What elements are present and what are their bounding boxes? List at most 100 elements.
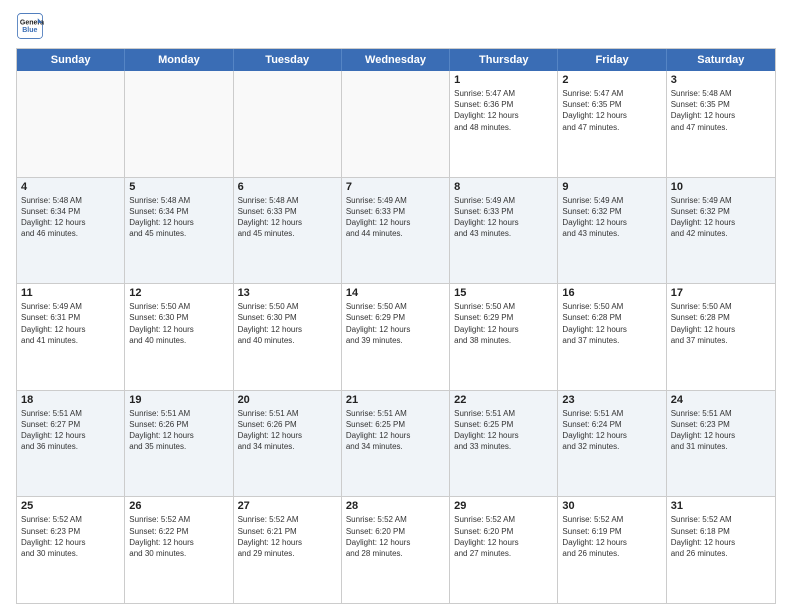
header: General Blue [16,12,776,40]
day-number: 7 [346,181,445,193]
day-number: 9 [562,181,661,193]
day-details: Sunrise: 5:50 AM Sunset: 6:28 PM Dayligh… [562,301,661,346]
calendar-page: General Blue SundayMondayTuesdayWednesda… [0,0,792,612]
day-cell-5: 5 Sunrise: 5:48 AM Sunset: 6:34 PM Daylig… [125,178,233,284]
day-details: Sunrise: 5:49 AM Sunset: 6:31 PM Dayligh… [21,301,120,346]
calendar: SundayMondayTuesdayWednesdayThursdayFrid… [16,48,776,604]
day-number: 22 [454,394,553,406]
day-number: 5 [129,181,228,193]
empty-cell [125,71,233,177]
header-day-wednesday: Wednesday [342,49,450,71]
day-number: 30 [562,500,661,512]
day-details: Sunrise: 5:47 AM Sunset: 6:35 PM Dayligh… [562,88,661,133]
day-number: 24 [671,394,771,406]
empty-cell [17,71,125,177]
day-details: Sunrise: 5:48 AM Sunset: 6:33 PM Dayligh… [238,195,337,240]
day-details: Sunrise: 5:51 AM Sunset: 6:23 PM Dayligh… [671,408,771,453]
day-details: Sunrise: 5:50 AM Sunset: 6:28 PM Dayligh… [671,301,771,346]
header-day-saturday: Saturday [667,49,775,71]
day-number: 18 [21,394,120,406]
day-cell-6: 6 Sunrise: 5:48 AM Sunset: 6:33 PM Daylig… [234,178,342,284]
day-details: Sunrise: 5:50 AM Sunset: 6:29 PM Dayligh… [346,301,445,346]
day-details: Sunrise: 5:52 AM Sunset: 6:18 PM Dayligh… [671,514,771,559]
day-details: Sunrise: 5:52 AM Sunset: 6:23 PM Dayligh… [21,514,120,559]
day-cell-4: 4 Sunrise: 5:48 AM Sunset: 6:34 PM Daylig… [17,178,125,284]
day-cell-15: 15 Sunrise: 5:50 AM Sunset: 6:29 PM Dayli… [450,284,558,390]
empty-cell [342,71,450,177]
svg-text:General: General [20,19,44,26]
day-details: Sunrise: 5:51 AM Sunset: 6:25 PM Dayligh… [454,408,553,453]
calendar-header: SundayMondayTuesdayWednesdayThursdayFrid… [17,49,775,71]
day-number: 14 [346,287,445,299]
day-cell-31: 31 Sunrise: 5:52 AM Sunset: 6:18 PM Dayli… [667,497,775,603]
day-number: 21 [346,394,445,406]
day-number: 6 [238,181,337,193]
svg-text:Blue: Blue [22,27,37,34]
day-cell-2: 2 Sunrise: 5:47 AM Sunset: 6:35 PM Daylig… [558,71,666,177]
day-number: 3 [671,74,771,86]
day-details: Sunrise: 5:48 AM Sunset: 6:34 PM Dayligh… [21,195,120,240]
day-details: Sunrise: 5:48 AM Sunset: 6:34 PM Dayligh… [129,195,228,240]
day-details: Sunrise: 5:52 AM Sunset: 6:21 PM Dayligh… [238,514,337,559]
empty-cell [234,71,342,177]
calendar-row: 18 Sunrise: 5:51 AM Sunset: 6:27 PM Dayli… [17,391,775,498]
day-number: 13 [238,287,337,299]
day-details: Sunrise: 5:52 AM Sunset: 6:20 PM Dayligh… [346,514,445,559]
logo: General Blue [16,12,44,40]
day-details: Sunrise: 5:49 AM Sunset: 6:32 PM Dayligh… [562,195,661,240]
day-details: Sunrise: 5:49 AM Sunset: 6:33 PM Dayligh… [454,195,553,240]
day-cell-24: 24 Sunrise: 5:51 AM Sunset: 6:23 PM Dayli… [667,391,775,497]
calendar-body: 1 Sunrise: 5:47 AM Sunset: 6:36 PM Daylig… [17,71,775,603]
day-number: 1 [454,74,553,86]
day-details: Sunrise: 5:49 AM Sunset: 6:32 PM Dayligh… [671,195,771,240]
day-details: Sunrise: 5:51 AM Sunset: 6:27 PM Dayligh… [21,408,120,453]
day-cell-18: 18 Sunrise: 5:51 AM Sunset: 6:27 PM Dayli… [17,391,125,497]
day-cell-9: 9 Sunrise: 5:49 AM Sunset: 6:32 PM Daylig… [558,178,666,284]
day-details: Sunrise: 5:50 AM Sunset: 6:29 PM Dayligh… [454,301,553,346]
day-cell-19: 19Sunrise: 5:51 AM Sunset: 6:26 PM Dayli… [125,391,233,497]
day-number: 4 [21,181,120,193]
day-number: 27 [238,500,337,512]
calendar-row: 1 Sunrise: 5:47 AM Sunset: 6:36 PM Daylig… [17,71,775,178]
day-cell-22: 22 Sunrise: 5:51 AM Sunset: 6:25 PM Dayli… [450,391,558,497]
day-number: 16 [562,287,661,299]
day-cell-29: 29Sunrise: 5:52 AM Sunset: 6:20 PM Dayli… [450,497,558,603]
day-number: 26 [129,500,228,512]
day-details: Sunrise: 5:50 AM Sunset: 6:30 PM Dayligh… [129,301,228,346]
day-cell-11: 11 Sunrise: 5:49 AM Sunset: 6:31 PM Dayli… [17,284,125,390]
day-details: Sunrise: 5:50 AM Sunset: 6:30 PM Dayligh… [238,301,337,346]
header-day-thursday: Thursday [450,49,558,71]
day-cell-16: 16 Sunrise: 5:50 AM Sunset: 6:28 PM Dayli… [558,284,666,390]
day-number: 28 [346,500,445,512]
day-number: 25 [21,500,120,512]
day-number: 8 [454,181,553,193]
day-details: Sunrise: 5:48 AM Sunset: 6:35 PM Dayligh… [671,88,771,133]
day-details: Sunrise: 5:51 AM Sunset: 6:25 PM Dayligh… [346,408,445,453]
day-details: Sunrise: 5:51 AM Sunset: 6:26 PM Dayligh… [238,408,337,453]
day-cell-21: 21 Sunrise: 5:51 AM Sunset: 6:25 PM Dayli… [342,391,450,497]
day-number: 15 [454,287,553,299]
day-cell-27: 27 Sunrise: 5:52 AM Sunset: 6:21 PM Dayli… [234,497,342,603]
day-cell-26: 26Sunrise: 5:52 AM Sunset: 6:22 PM Dayli… [125,497,233,603]
header-day-monday: Monday [125,49,233,71]
day-number: 20 [238,394,337,406]
calendar-row: 25 Sunrise: 5:52 AM Sunset: 6:23 PM Dayli… [17,497,775,603]
day-number: 2 [562,74,661,86]
day-number: 12 [129,287,228,299]
header-day-tuesday: Tuesday [234,49,342,71]
day-cell-13: 13 Sunrise: 5:50 AM Sunset: 6:30 PM Dayli… [234,284,342,390]
day-details: Sunrise: 5:52 AM Sunset: 6:19 PM Dayligh… [562,514,661,559]
day-details: Sunrise: 5:47 AM Sunset: 6:36 PM Dayligh… [454,88,553,133]
header-day-friday: Friday [558,49,666,71]
day-number: 31 [671,500,771,512]
day-cell-30: 30 Sunrise: 5:52 AM Sunset: 6:19 PM Dayli… [558,497,666,603]
day-cell-12: 12 Sunrise: 5:50 AM Sunset: 6:30 PM Dayli… [125,284,233,390]
day-details: Sunrise: 5:49 AM Sunset: 6:33 PM Dayligh… [346,195,445,240]
day-cell-7: 7 Sunrise: 5:49 AM Sunset: 6:33 PM Daylig… [342,178,450,284]
day-cell-3: 3 Sunrise: 5:48 AM Sunset: 6:35 PM Daylig… [667,71,775,177]
day-cell-28: 28 Sunrise: 5:52 AM Sunset: 6:20 PM Dayli… [342,497,450,603]
day-cell-1: 1 Sunrise: 5:47 AM Sunset: 6:36 PM Daylig… [450,71,558,177]
day-number: 11 [21,287,120,299]
day-details: Sunrise: 5:51 AM Sunset: 6:24 PM Dayligh… [562,408,661,453]
day-cell-20: 20 Sunrise: 5:51 AM Sunset: 6:26 PM Dayli… [234,391,342,497]
